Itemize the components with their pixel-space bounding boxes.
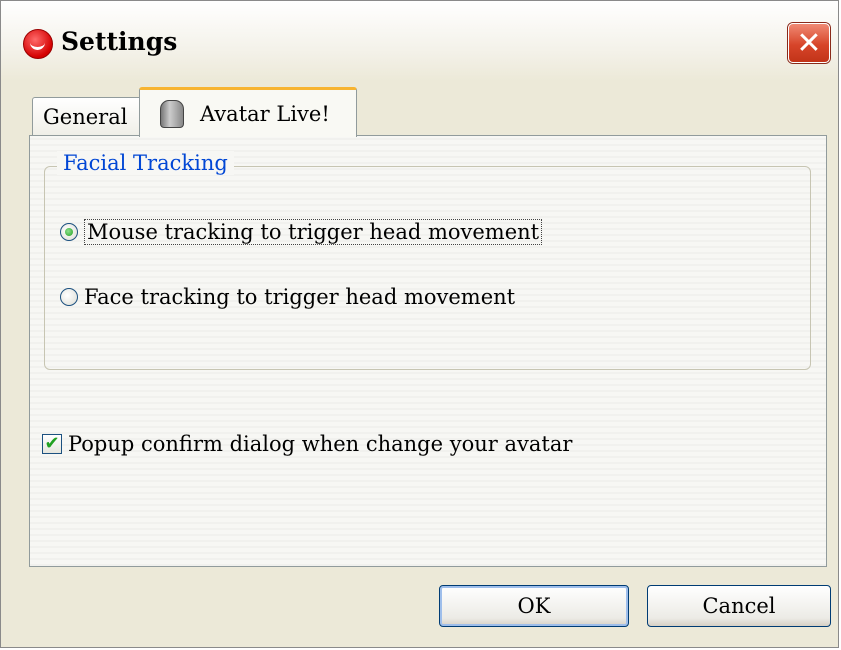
settings-dialog: Settings ✕ General Avatar Live! Facial T… (0, 0, 839, 648)
facial-tracking-legend: Facial Tracking (57, 151, 234, 175)
tab-general-label: General (43, 104, 128, 129)
face-tracking-radio-option[interactable]: Face tracking to trigger head movement (60, 285, 515, 309)
mouse-tracking-radio-option[interactable]: Mouse tracking to trigger head movement (60, 219, 543, 245)
tab-avatar-live-label: Avatar Live! (200, 101, 330, 126)
app-logo-icon (23, 29, 53, 59)
close-button[interactable]: ✕ (788, 23, 830, 63)
popup-confirm-option[interactable]: ✔ Popup confirm dialog when change your … (42, 432, 572, 456)
mouse-tracking-radio[interactable] (60, 223, 78, 241)
cancel-button[interactable]: Cancel (647, 585, 831, 627)
title-bar[interactable]: Settings ✕ (1, 1, 838, 81)
face-tracking-radio[interactable] (60, 288, 78, 306)
tab-panel: Facial Tracking Mouse tracking to trigge… (29, 135, 827, 567)
facial-tracking-group: Facial Tracking Mouse tracking to trigge… (44, 151, 811, 370)
ok-button[interactable]: OK (439, 585, 629, 627)
window-title: Settings (61, 27, 178, 56)
avatar-icon (160, 99, 184, 128)
popup-confirm-checkbox[interactable]: ✔ (42, 434, 62, 454)
tab-avatar-live[interactable]: Avatar Live! (139, 87, 357, 137)
mouse-tracking-label: Mouse tracking to trigger head movement (84, 219, 543, 245)
tab-general[interactable]: General (32, 97, 142, 135)
face-tracking-label: Face tracking to trigger head movement (84, 285, 516, 309)
popup-confirm-label: Popup confirm dialog when change your av… (68, 432, 573, 456)
